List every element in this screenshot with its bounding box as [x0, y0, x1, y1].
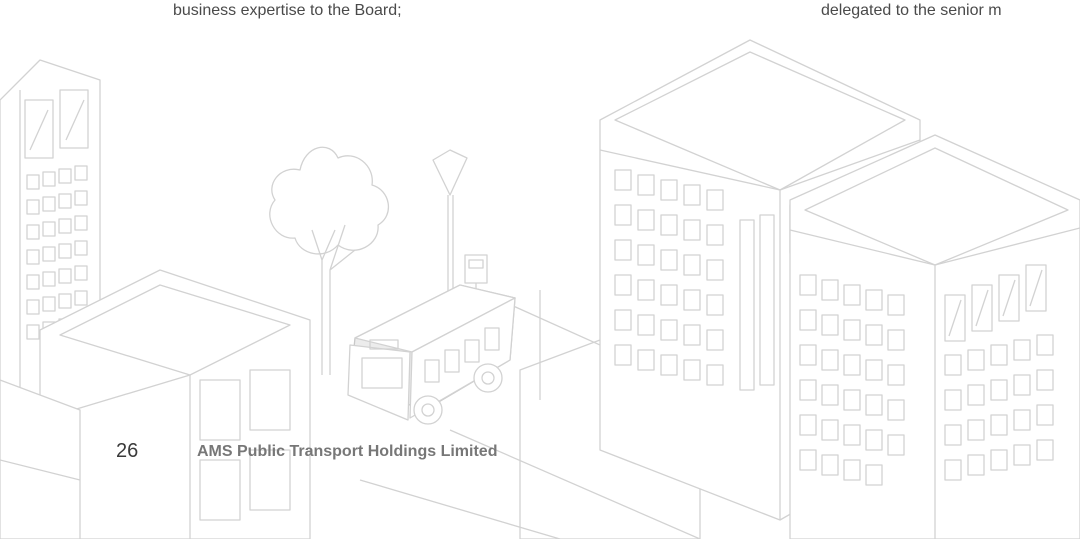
page-number: 26	[116, 440, 139, 462]
body-text-right: delegated to the senior m	[821, 2, 1002, 19]
city-illustration	[0, 39, 1080, 539]
body-text-left: business expertise to the Board;	[173, 2, 402, 19]
building-icon	[789, 134, 1080, 539]
company-name: AMS Public Transport Holdings Limited	[197, 443, 498, 460]
minibus-icon	[347, 284, 516, 425]
